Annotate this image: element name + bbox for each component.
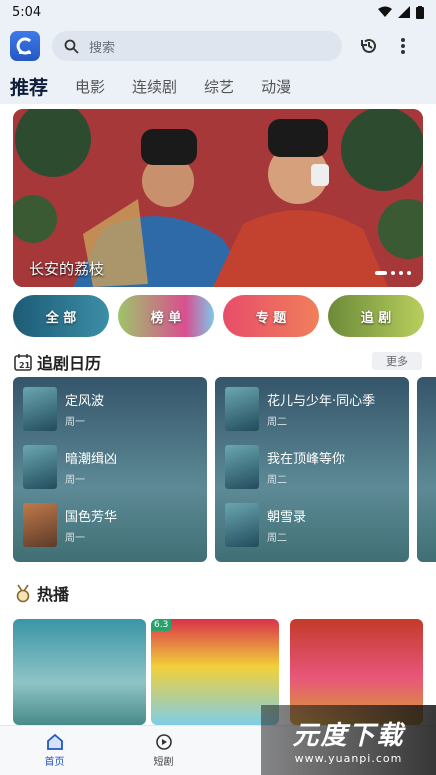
hot-item[interactable]: 6.3	[151, 619, 279, 725]
calendar-item-title: 朝雪录	[267, 510, 307, 525]
quick-topic-button[interactable]: 专 题	[223, 295, 319, 337]
calendar-card-monday: 定风波 周一 暗潮缉凶 周一 国色芳华 周一	[13, 377, 207, 562]
calendar-item-thumbnail	[225, 387, 259, 431]
signal-icon	[398, 6, 410, 18]
tab-variety[interactable]: 综艺	[204, 76, 234, 97]
status-time: 5:04	[12, 4, 42, 20]
calendar-item-title: 花儿与少年·同心季	[267, 394, 376, 409]
calendar-item-day: 周一	[65, 475, 85, 486]
calendar-item-title: 我在顶峰等你	[267, 452, 346, 467]
quick-all-label: 全 部	[45, 310, 77, 326]
medal-icon	[16, 584, 30, 603]
search-icon	[64, 39, 79, 54]
calendar-item[interactable]: 定风波 周一	[23, 387, 203, 431]
history-button[interactable]	[356, 33, 382, 59]
hot-section-title: 热播	[37, 585, 70, 604]
status-icons	[378, 5, 424, 19]
status-bar: 5:04	[0, 0, 436, 24]
calendar-item-thumbnail	[23, 445, 57, 489]
top-bar: 搜索	[0, 24, 436, 68]
banner-title: 长安的荔枝	[29, 260, 105, 278]
app-logo[interactable]	[10, 31, 40, 61]
calendar-item[interactable]: 我在顶峰等你 周二	[225, 445, 405, 489]
calendar-item-title: 定风波	[65, 394, 105, 409]
quick-entries: 全 部 榜 单 专 题 追 剧	[13, 295, 436, 337]
quick-ranking-label: 榜 单	[150, 310, 182, 326]
calendar-card-tuesday: 花儿与少年·同心季 周二 我在顶峰等你 周二 朝雪录 周二	[215, 377, 409, 562]
nav-home-label: 首页	[44, 757, 65, 768]
hero-banner[interactable]: 长安的荔枝	[13, 109, 423, 287]
calendar-item-thumbnail	[225, 503, 259, 547]
quick-all-button[interactable]: 全 部	[13, 295, 109, 337]
calendar-item[interactable]: 国色芳华 周一	[23, 503, 203, 547]
calendar-item-day: 周二	[267, 417, 287, 428]
calendar-icon: 21	[14, 354, 32, 371]
tab-recommend[interactable]: 推荐	[10, 73, 48, 100]
hot-section-header: 热播	[13, 581, 69, 605]
search-input[interactable]: 搜索	[52, 31, 342, 61]
calendar-item[interactable]: 暗潮缉凶 周一	[23, 445, 203, 489]
calendar-item-thumbnail	[23, 387, 57, 431]
search-placeholder: 搜索	[89, 40, 116, 56]
calendar-item[interactable]: 朝雪录 周二	[225, 503, 405, 547]
watermark-url: www.yuanpi.com	[294, 752, 403, 765]
tab-anime[interactable]: 动漫	[261, 76, 291, 97]
calendar-item-day: 周一	[65, 533, 85, 544]
nav-home[interactable]: 首页	[0, 726, 109, 775]
hot-item[interactable]	[13, 619, 146, 725]
logo-icon	[16, 37, 32, 55]
nav-short-drama-label: 短剧	[153, 757, 174, 768]
more-vert-icon	[401, 38, 405, 54]
calendar-item-day: 周二	[267, 533, 287, 544]
calendar-item-thumbnail	[23, 503, 57, 547]
battery-icon	[416, 5, 424, 19]
calendar-section-header: 21 追剧日历	[13, 350, 101, 374]
home-icon	[46, 733, 63, 750]
nav-short-drama[interactable]: 短剧	[109, 726, 218, 775]
quick-follow-button[interactable]: 追 剧	[328, 295, 424, 337]
wifi-icon	[378, 6, 392, 17]
more-menu-button[interactable]	[390, 33, 416, 59]
tab-series[interactable]: 连续剧	[132, 76, 177, 97]
history-icon	[361, 38, 376, 53]
calendar-item-day: 周二	[267, 475, 287, 486]
watermark-brand: 元度下载	[292, 721, 405, 751]
calendar-section-title: 追剧日历	[37, 354, 102, 373]
hot-item-score: 6.3	[151, 619, 172, 631]
calendar-item[interactable]: 花儿与少年·同心季周二	[225, 387, 405, 431]
tab-movie[interactable]: 电影	[75, 76, 105, 97]
calendar-card-next[interactable]	[417, 377, 436, 562]
play-circle-icon	[155, 734, 172, 750]
calendar-item-title: 国色芳华	[65, 510, 118, 525]
calendar-item-day: 周一	[65, 417, 85, 428]
calendar-item-thumbnail	[225, 445, 259, 489]
quick-follow-label: 追 剧	[360, 310, 392, 326]
calendar-more-button[interactable]: 更多	[372, 352, 422, 370]
calendar-item-title: 暗潮缉凶	[65, 452, 118, 467]
site-watermark: 元度下载 www.yuanpi.com	[261, 705, 436, 775]
banner-indicator	[375, 271, 411, 275]
svg-text:21: 21	[19, 361, 31, 370]
quick-topic-label: 专 题	[255, 310, 287, 326]
category-tabs: 推荐 电影 连续剧 综艺 动漫	[0, 68, 436, 104]
quick-ranking-button[interactable]: 榜 单	[118, 295, 214, 337]
